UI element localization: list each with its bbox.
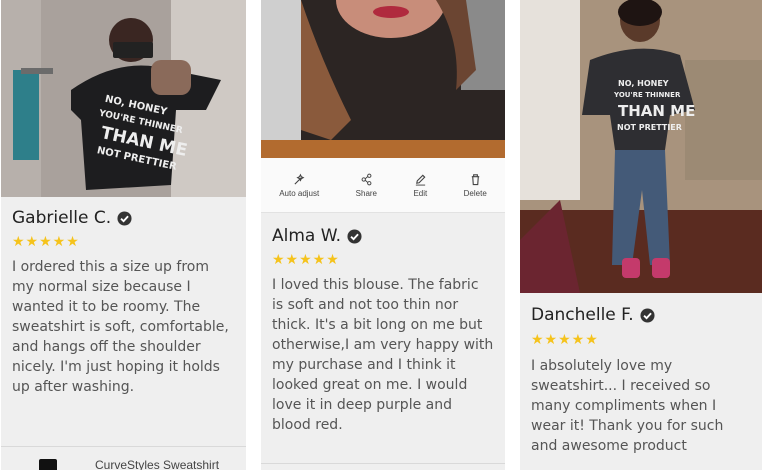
shirt-print-line-2: YOU'RE THINNER <box>613 91 681 99</box>
reviewer-name: Alma W. <box>272 226 341 246</box>
product-name[interactable]: CurveStyles Sweatshirt <box>95 458 219 470</box>
review-photo[interactable] <box>261 0 505 158</box>
reviewer-name: Gabrielle C. <box>12 208 112 228</box>
reviewer-name-row: Gabrielle C. <box>12 208 235 228</box>
edit-button[interactable]: Edit <box>413 173 427 198</box>
customer-photo-illustration <box>261 0 505 158</box>
share-button[interactable]: Share <box>356 173 377 198</box>
review-text: I absolutely love my sweatshirt... I rec… <box>531 358 724 454</box>
review-photo[interactable]: NO, HONEY YOU'RE THINNER THAN ME NOT PRE… <box>1 0 246 197</box>
product-thumbnail[interactable] <box>39 459 57 470</box>
shirt-print-line-1: NO, HONEY <box>618 79 669 88</box>
review-text: I loved this blouse. The fabric is soft … <box>272 277 494 433</box>
delete-icon <box>471 173 479 185</box>
verified-check-icon <box>640 307 655 323</box>
verified-check-icon <box>347 228 362 244</box>
share-icon <box>361 173 372 185</box>
auto-adjust-button[interactable]: Auto adjust <box>279 173 319 198</box>
card-divider <box>261 463 505 464</box>
review-card-danchelle: NO, HONEY YOU'RE THINNER THAN ME NOT PRE… <box>520 0 762 470</box>
edit-label: Edit <box>413 188 428 198</box>
photo-edit-toolbar: Auto adjust Share Edit Delete <box>261 158 505 213</box>
reviewer-name: Danchelle F. <box>531 305 634 325</box>
reviewer-name-row: Alma W. <box>272 226 494 246</box>
review-photo[interactable]: NO, HONEY YOU'RE THINNER THAN ME NOT PRE… <box>520 0 762 293</box>
product-link[interactable]: CurveStyles Sweatshirt <box>1 446 246 470</box>
reviewer-name-row: Danchelle F. <box>531 305 751 325</box>
shirt-print-line-3: THAN ME <box>618 102 695 120</box>
share-label: Share <box>355 188 378 198</box>
customer-photo-illustration: NO, HONEY YOU'RE THINNER THAN ME NOT PRE… <box>1 0 246 197</box>
review-text: I ordered this a size up from my normal … <box>12 259 229 395</box>
customer-photo-illustration: NO, HONEY YOU'RE THINNER THAN ME NOT PRE… <box>520 0 762 293</box>
auto-adjust-icon <box>294 173 305 185</box>
review-card-gabrielle: NO, HONEY YOU'RE THINNER THAN ME NOT PRE… <box>1 0 246 470</box>
star-rating: ★★★★★ <box>272 252 340 268</box>
delete-label: Delete <box>463 188 487 198</box>
star-rating: ★★★★★ <box>12 234 80 250</box>
shirt-print-line-4: NOT PRETTIER <box>617 123 682 132</box>
auto-adjust-label: Auto adjust <box>279 188 320 198</box>
star-rating: ★★★★★ <box>531 332 599 348</box>
review-card-alma: Auto adjust Share Edit Delete Alma W. ★★… <box>261 0 505 470</box>
verified-check-icon <box>117 210 132 226</box>
delete-button[interactable]: Delete <box>464 173 487 198</box>
edit-icon <box>415 174 426 186</box>
